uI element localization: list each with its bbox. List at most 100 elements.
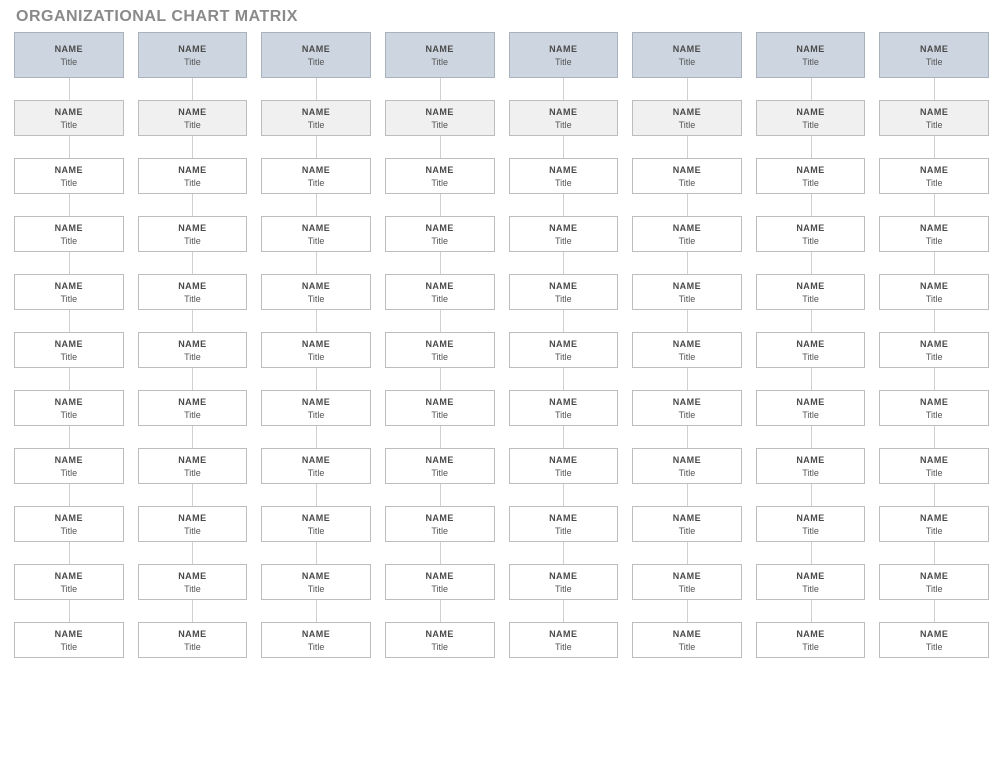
person-title: Title — [759, 468, 863, 478]
org-cell: NAMETitle — [385, 32, 495, 78]
person-name: NAME — [635, 629, 739, 639]
person-name: NAME — [635, 107, 739, 117]
person-name: NAME — [141, 223, 245, 233]
person-name: NAME — [635, 44, 739, 54]
person-name: NAME — [17, 571, 121, 581]
person-title: Title — [635, 120, 739, 130]
org-cell: NAMETitle — [261, 390, 371, 426]
person-title: Title — [264, 526, 368, 536]
org-cell: NAMETitle — [632, 332, 742, 368]
person-title: Title — [388, 294, 492, 304]
org-cell: NAMETitle — [632, 448, 742, 484]
org-cell: NAMETitle — [261, 332, 371, 368]
person-name: NAME — [388, 571, 492, 581]
person-name: NAME — [388, 44, 492, 54]
org-cell: NAMETitle — [138, 390, 248, 426]
org-cell: NAMETitle — [879, 390, 989, 426]
person-title: Title — [635, 584, 739, 594]
org-cell: NAME Title — [14, 274, 124, 310]
org-cell: NAME Title — [14, 564, 124, 600]
person-title: Title — [264, 468, 368, 478]
org-cell: NAMETitle — [509, 622, 619, 658]
person-title: Title — [635, 57, 739, 67]
person-name: NAME — [17, 107, 121, 117]
person-name: NAME — [388, 165, 492, 175]
person-title: Title — [388, 642, 492, 652]
person-title: Title — [17, 584, 121, 594]
org-cell: NAME Title — [385, 274, 495, 310]
person-name: NAME — [17, 397, 121, 407]
person-title: Title — [17, 236, 121, 246]
person-title: Title — [882, 584, 986, 594]
person-name: NAME — [388, 223, 492, 233]
person-name: NAME — [17, 281, 121, 291]
org-cell: NAMETitle — [879, 100, 989, 136]
person-title: Title — [759, 410, 863, 420]
person-name: NAME — [759, 223, 863, 233]
org-cell: NAMETitle — [509, 506, 619, 542]
org-cell: NAME Title — [14, 100, 124, 136]
person-name: NAME — [882, 107, 986, 117]
person-name: NAME — [141, 571, 245, 581]
org-cell: NAME Title — [756, 622, 866, 658]
person-name: NAME — [17, 223, 121, 233]
person-name: NAME — [759, 281, 863, 291]
person-title: Title — [141, 526, 245, 536]
org-chart-matrix: NAME Title NAME Title NAME Title NAME Title NAME… — [14, 32, 989, 658]
org-cell: NAMETitle — [632, 506, 742, 542]
org-column: NAMETitleNAMETitleNAMETitleNAMETitleNAME… — [632, 32, 742, 658]
org-cell: NAMETitle — [261, 506, 371, 542]
org-cell: NAMETitle — [138, 448, 248, 484]
person-title: Title — [512, 236, 616, 246]
org-column: NAMETitleNAMETitleNAMETitleNAMETitleNAME… — [509, 32, 619, 658]
person-title: Title — [17, 294, 121, 304]
person-name: NAME — [388, 107, 492, 117]
org-cell: NAMETitle — [509, 274, 619, 310]
person-title: Title — [512, 120, 616, 130]
person-title: Title — [635, 468, 739, 478]
person-title: Title — [264, 642, 368, 652]
person-title: Title — [635, 294, 739, 304]
org-cell: NAMETitle — [879, 506, 989, 542]
person-title: Title — [264, 584, 368, 594]
person-title: Title — [635, 526, 739, 536]
person-name: NAME — [882, 397, 986, 407]
person-name: NAME — [512, 281, 616, 291]
org-cell: NAMETitle — [14, 506, 124, 542]
person-name: NAME — [17, 513, 121, 523]
person-title: Title — [388, 236, 492, 246]
person-name: NAME — [882, 44, 986, 54]
person-name: NAME — [882, 629, 986, 639]
person-name: NAME — [388, 629, 492, 639]
person-title: Title — [17, 120, 121, 130]
person-title: Title — [882, 57, 986, 67]
person-name: NAME — [759, 629, 863, 639]
org-cell: NAMETitle — [632, 274, 742, 310]
org-column: NAMETitleNAMETitleNAMETitleNAMETitleNAME… — [756, 32, 866, 658]
org-cell: NAMETitle — [509, 32, 619, 78]
org-cell: NAMETitle — [14, 622, 124, 658]
person-title: Title — [141, 120, 245, 130]
person-name: NAME — [388, 281, 492, 291]
org-column: NAMETitleNAMETitleNAMETitleNAMETitleNAME… — [138, 32, 248, 658]
org-cell: NAMETitle — [632, 622, 742, 658]
person-title: Title — [264, 178, 368, 188]
org-column: NAMETitleNAMETitleNAMETitleNAMETitleNAME… — [879, 32, 989, 658]
person-name: NAME — [17, 455, 121, 465]
org-cell: NAMETitle — [509, 390, 619, 426]
person-title: Title — [759, 642, 863, 652]
person-title: Title — [17, 57, 121, 67]
person-title: Title — [882, 178, 986, 188]
org-cell: NAMETitle — [385, 390, 495, 426]
person-name: NAME — [141, 455, 245, 465]
org-cell: NAMETitle — [385, 332, 495, 368]
person-title: Title — [17, 468, 121, 478]
person-title: Title — [882, 236, 986, 246]
person-name: NAME — [388, 339, 492, 349]
org-cell: NAMETitle — [261, 158, 371, 194]
person-title: Title — [512, 584, 616, 594]
person-title: Title — [512, 178, 616, 188]
person-title: Title — [635, 236, 739, 246]
org-cell: NAMETitle — [261, 100, 371, 136]
org-cell: NAMETitle — [632, 564, 742, 600]
